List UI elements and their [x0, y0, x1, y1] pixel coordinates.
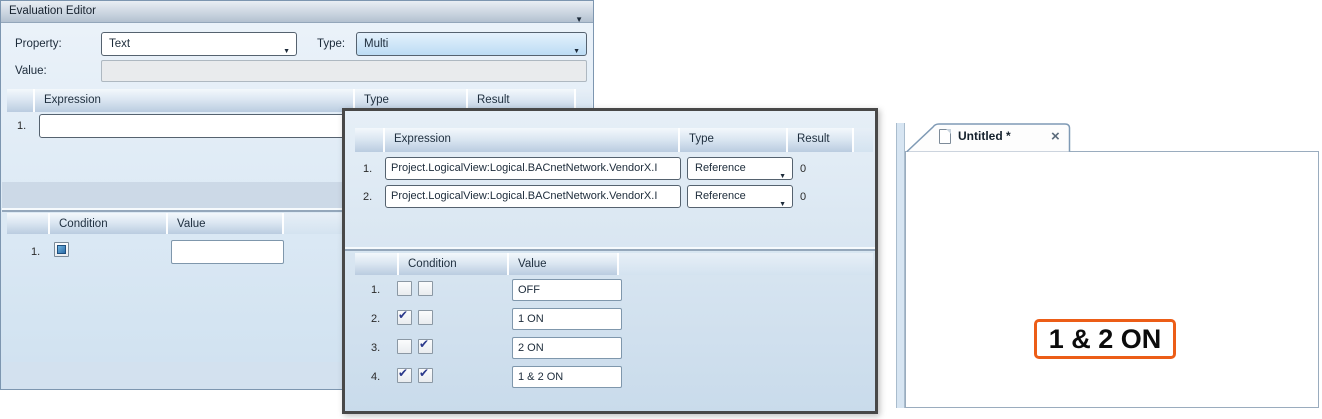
check-icon: ✔ [419, 366, 429, 380]
canvas-content-area[interactable] [905, 151, 1319, 408]
evaluation-editor-overlay: Expression Type Result 1. Project.Logica… [342, 108, 878, 414]
result-value: 0 [800, 163, 806, 175]
row-number-column-header [7, 213, 50, 234]
tab-label: Untitled * [958, 129, 1011, 143]
row-number: 4. [371, 371, 380, 383]
expression-column-header[interactable]: Expression [35, 89, 355, 112]
condition-checkbox-1[interactable]: ✔ [397, 281, 412, 296]
panel-title: Evaluation Editor [9, 5, 96, 17]
chevron-down-icon: ▼ [573, 41, 580, 56]
expression-column-header[interactable]: Expression [385, 128, 680, 152]
evaluation-editor-titlebar[interactable]: Evaluation Editor ▼ [1, 1, 593, 23]
check-icon: ✔ [398, 366, 408, 380]
chevron-down-icon: ▼ [779, 166, 786, 180]
property-label: Property: [15, 38, 62, 50]
condition-checkbox-1[interactable]: ✔ [397, 339, 412, 354]
row-number: 2. [371, 313, 380, 325]
document-icon [939, 129, 951, 144]
tab-untitled[interactable]: Untitled * × [905, 123, 1080, 152]
property-dropdown[interactable]: Text ▼ [101, 32, 297, 56]
type-dropdown-value: Reference [695, 190, 746, 202]
expression-grid-header: Expression Type Result [355, 128, 873, 152]
header-filler [854, 128, 873, 152]
condition-value-input[interactable] [171, 240, 284, 264]
condition-value-input[interactable]: 1 & 2 ON [512, 366, 622, 388]
type-dropdown[interactable]: Multi ▼ [356, 32, 587, 56]
type-dropdown[interactable]: Reference ▼ [687, 185, 793, 208]
condition-checkbox-2[interactable]: ✔ [418, 281, 433, 296]
panel-splitter[interactable] [896, 123, 905, 408]
indeterminate-fill [57, 245, 66, 254]
value-column-header[interactable]: Value [168, 213, 284, 234]
type-dropdown-value: Multi [364, 38, 388, 50]
panel-menu-arrow-icon[interactable]: ▼ [575, 9, 583, 30]
value-column-header[interactable]: Value [509, 253, 619, 275]
type-dropdown-value: Reference [695, 162, 746, 174]
row-number-column-header [355, 128, 385, 152]
result-value: 0 [800, 191, 806, 203]
splitter-divider[interactable] [345, 247, 875, 251]
header-filler [619, 253, 873, 275]
result-column-header[interactable]: Result [788, 128, 854, 152]
expression-input[interactable]: Project.LogicalView:Logical.BACnetNetwor… [385, 157, 681, 180]
value-input[interactable] [101, 60, 587, 82]
row-number: 3. [371, 342, 380, 354]
row-number: 1. [363, 163, 372, 175]
condition-checkbox-2[interactable]: ✔ [418, 310, 433, 325]
condition-checkbox-1[interactable]: ✔ [397, 310, 412, 325]
row-number-column-header [7, 89, 35, 112]
condition-value-input[interactable]: 2 ON [512, 337, 622, 359]
condition-column-header[interactable]: Condition [399, 253, 509, 275]
row-number: 1. [371, 284, 380, 296]
property-dropdown-value: Text [109, 38, 130, 50]
type-column-header[interactable]: Type [680, 128, 788, 152]
expression-input[interactable] [39, 114, 351, 138]
condition-column-header[interactable]: Condition [50, 213, 168, 234]
row-number: 1. [31, 246, 40, 258]
condition-checkbox-2[interactable]: ✔ [418, 368, 433, 383]
check-icon: ✔ [419, 337, 429, 351]
condition-checkbox-2[interactable]: ✔ [418, 339, 433, 354]
chevron-down-icon: ▼ [283, 41, 290, 56]
type-dropdown[interactable]: Reference ▼ [687, 157, 793, 180]
row-number: 1. [17, 120, 26, 132]
row-number: 2. [363, 191, 372, 203]
tab-close-icon[interactable]: × [1051, 128, 1060, 146]
display-value-box[interactable]: 1 & 2 ON [1034, 319, 1176, 359]
check-icon: ✔ [398, 308, 408, 322]
condition-value-input[interactable]: 1 ON [512, 308, 622, 330]
chevron-down-icon: ▼ [779, 194, 786, 208]
condition-grid-header: Condition Value [355, 253, 873, 275]
condition-value-input[interactable]: OFF [512, 279, 622, 301]
condition-checkbox-1[interactable]: ✔ [397, 368, 412, 383]
row-number-column-header [355, 253, 399, 275]
type-label: Type: [317, 38, 345, 50]
screenshot-stage: Evaluation Editor ▼ Property: Text ▼ Typ… [0, 0, 1322, 419]
value-label: Value: [15, 65, 47, 77]
document-canvas-panel: Untitled * × 1 & 2 ON [905, 123, 1319, 408]
condition-checkbox[interactable] [54, 242, 69, 257]
expression-input[interactable]: Project.LogicalView:Logical.BACnetNetwor… [385, 185, 681, 208]
